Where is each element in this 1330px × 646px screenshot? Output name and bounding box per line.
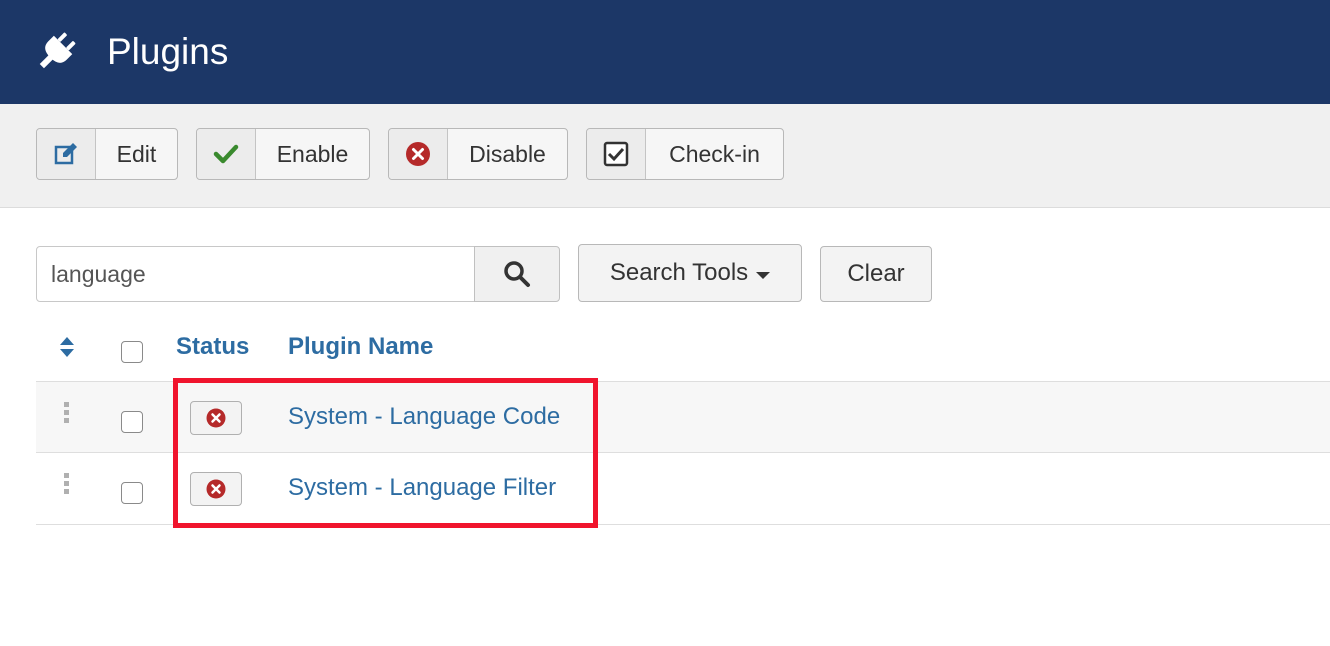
- drag-handle-icon[interactable]: [64, 402, 70, 426]
- search-tools-label: Search Tools: [609, 259, 749, 286]
- search-input[interactable]: [36, 246, 476, 302]
- edit-icon: [37, 129, 96, 179]
- enable-button[interactable]: Enable: [196, 128, 370, 180]
- page-header: Plugins: [0, 0, 1330, 104]
- search-icon: [504, 261, 530, 287]
- plugin-name-column-header[interactable]: Plugin Name: [288, 332, 433, 362]
- plug-icon: [39, 32, 76, 69]
- toolbar: Edit Enable Disable Check-in: [0, 104, 1330, 208]
- highlight-box: [173, 378, 598, 528]
- search-button[interactable]: [474, 246, 560, 302]
- edit-label: Edit: [116, 140, 157, 167]
- status-column-header[interactable]: Status: [176, 332, 249, 362]
- search-tools-button[interactable]: Search Tools: [578, 244, 802, 302]
- disable-button[interactable]: Disable: [388, 128, 568, 180]
- clear-label: Clear: [847, 260, 905, 287]
- circle-x-icon: [389, 129, 448, 179]
- checkbox-checked-icon: [587, 129, 646, 179]
- row-checkbox[interactable]: [121, 482, 143, 504]
- disable-label: Disable: [469, 140, 546, 167]
- drag-handle-icon[interactable]: [64, 473, 70, 497]
- select-all-checkbox[interactable]: [121, 341, 143, 363]
- edit-button[interactable]: Edit: [36, 128, 178, 180]
- page-title: Plugins: [107, 31, 229, 72]
- checkin-button[interactable]: Check-in: [586, 128, 784, 180]
- sort-ordering-icon[interactable]: [58, 336, 76, 358]
- check-icon: [197, 129, 256, 179]
- checkin-label: Check-in: [669, 140, 760, 167]
- caret-down-icon: [756, 271, 771, 279]
- clear-button[interactable]: Clear: [820, 246, 932, 302]
- row-checkbox[interactable]: [121, 411, 143, 433]
- enable-label: Enable: [276, 140, 349, 167]
